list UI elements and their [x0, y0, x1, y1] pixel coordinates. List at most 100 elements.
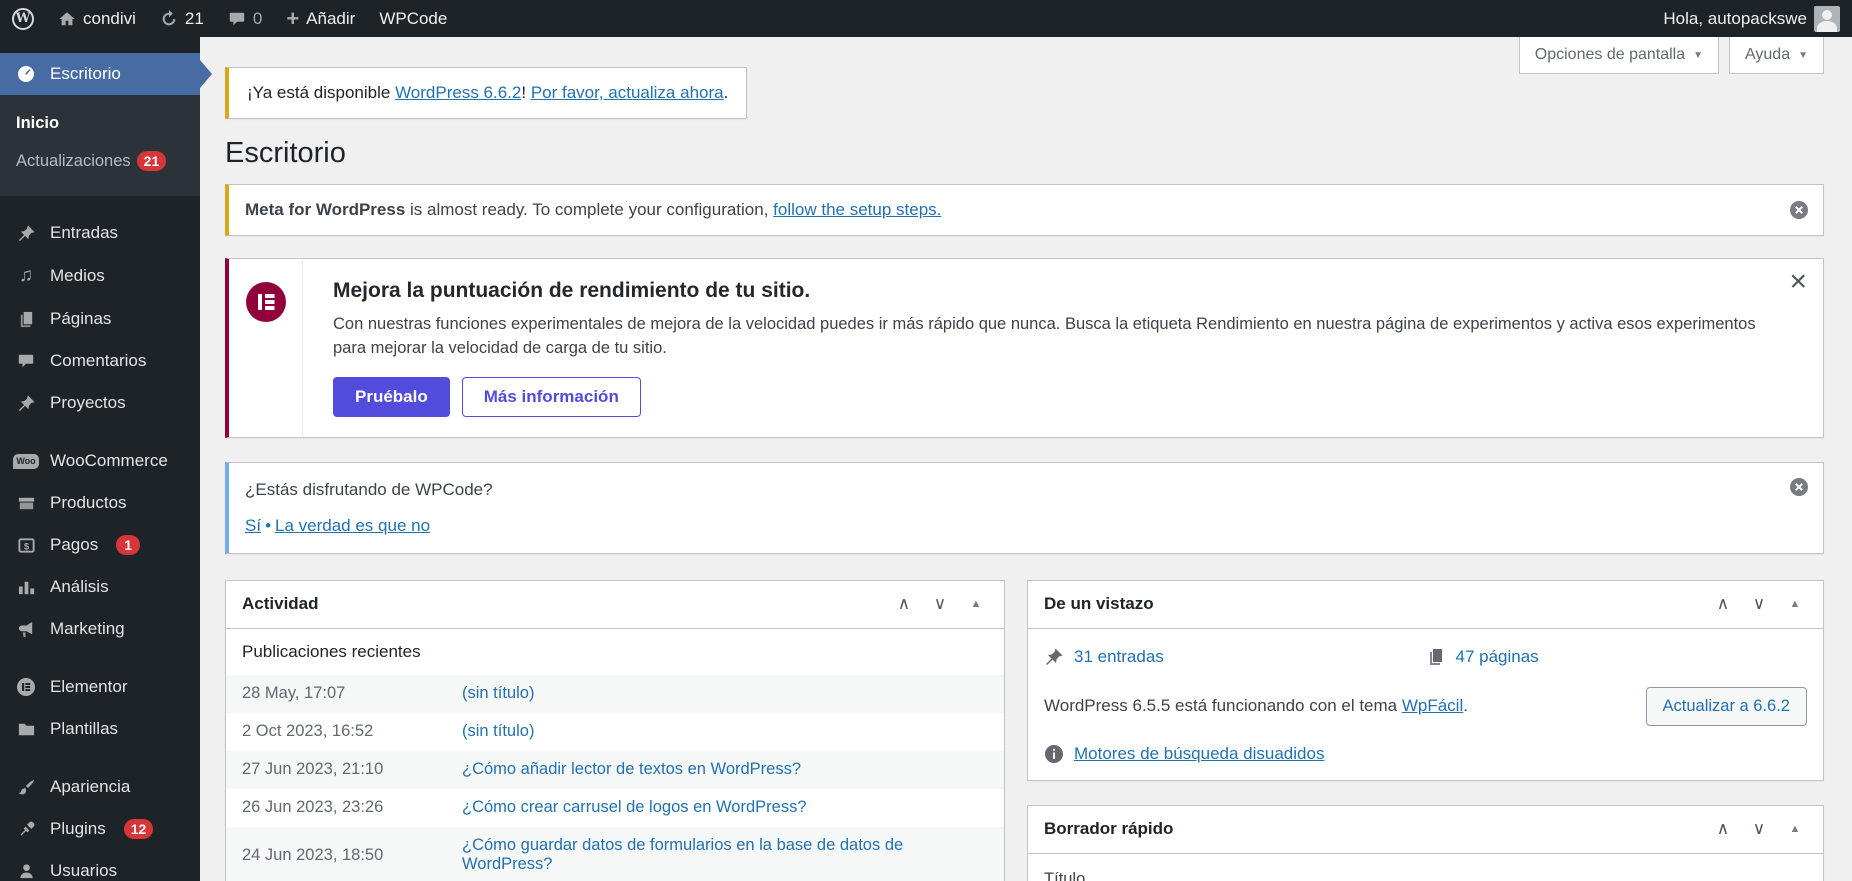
collapse-toggle-icon[interactable]: ▲	[1777, 586, 1813, 622]
sidebar-item-label: Marketing	[50, 619, 125, 638]
move-down-icon[interactable]: ∨	[922, 586, 958, 622]
update-now-link[interactable]: Por favor, actualiza ahora	[531, 83, 724, 102]
comments-menu[interactable]: 0	[216, 0, 274, 37]
page-title: Escritorio	[225, 137, 346, 169]
new-content-menu[interactable]: + Añadir	[274, 0, 367, 37]
paintbrush-icon	[14, 778, 38, 797]
wordpress-version-link[interactable]: WordPress 6.6.2	[395, 83, 521, 102]
media-notes-icon: ♫	[18, 265, 34, 286]
post-link[interactable]: ¿Cómo crear carrusel de logos en WordPre…	[462, 798, 807, 817]
sidebar-item-usuarios[interactable]: Usuarios	[0, 850, 200, 881]
dismiss-icon[interactable]	[1789, 477, 1809, 497]
plugins-count-badge: 12	[123, 819, 154, 839]
activity-widget: Actividad ∧ ∨ ▲ Publicaciones recientes …	[225, 579, 1005, 881]
setup-steps-link[interactable]: follow the setup steps.	[773, 200, 941, 219]
active-menu-arrow	[200, 60, 212, 88]
chevron-down-icon: ▼	[1798, 49, 1808, 61]
dismiss-icon[interactable]	[1789, 200, 1809, 220]
elementor-logo-icon	[245, 281, 287, 437]
sidebar-item-label: Pagos	[50, 535, 99, 554]
sidebar-item-comentarios[interactable]: Comentarios	[0, 340, 200, 382]
at-a-glance-title: De un vistazo	[1044, 594, 1154, 614]
wpcode-no-link[interactable]: La verdad es que no	[275, 516, 430, 535]
update-icon	[160, 9, 178, 28]
elementor-notice-title: Mejora la puntuación de rendimiento de t…	[333, 279, 811, 302]
sidebar-item-plugins[interactable]: Plugins 12	[0, 808, 200, 850]
more-info-button[interactable]: Más información	[461, 376, 641, 417]
comment-bubble-icon	[228, 10, 246, 28]
sidebar-item-apariencia[interactable]: Apariencia	[0, 766, 200, 808]
sidebar-item-woocommerce[interactable]: Woo WooCommerce	[0, 440, 200, 482]
collapse-toggle-icon[interactable]: ▲	[958, 586, 994, 622]
posts-count-link[interactable]: 31 entradas	[1074, 647, 1164, 667]
search-engines-link[interactable]: Motores de búsqueda disuadidos	[1074, 744, 1324, 764]
update-version-button[interactable]: Actualizar a 6.6.2	[1645, 686, 1807, 726]
pages-stack-icon	[14, 310, 38, 329]
wpcode-menu[interactable]: WPCode	[367, 0, 459, 37]
try-it-button[interactable]: Pruébalo	[333, 376, 450, 417]
sidebar-item-label: Apariencia	[50, 777, 131, 796]
admin-bar: W condivi 21 0 + Añadir WPCode Hola, aut…	[0, 0, 1852, 37]
quick-draft-header: Borrador rápido ∧ ∨ ▲	[1028, 806, 1823, 854]
post-link[interactable]: ¿Cómo guardar datos de formularios en la…	[462, 836, 988, 874]
collapse-toggle-icon[interactable]: ▲	[1777, 811, 1813, 847]
help-label: Ayuda	[1745, 46, 1791, 63]
post-date: 27 Jun 2023, 21:10	[242, 760, 384, 779]
wpcode-yes-link[interactable]: Sí	[245, 516, 261, 535]
sidebar-item-elementor[interactable]: Elementor	[0, 666, 200, 708]
submenu-item-inicio[interactable]: Inicio	[0, 105, 200, 142]
sidebar-item-escritorio[interactable]: Escritorio	[0, 53, 212, 95]
move-down-icon[interactable]: ∨	[1741, 811, 1777, 847]
move-up-icon[interactable]: ∧	[886, 586, 922, 622]
my-account-menu[interactable]: Hola, autopackswe	[1651, 0, 1852, 37]
elementor-icon	[14, 677, 38, 697]
sidebar-item-analisis[interactable]: Análisis	[0, 566, 200, 608]
sidebar-item-entradas[interactable]: Entradas	[0, 212, 200, 254]
home-icon	[58, 10, 76, 28]
sidebar-item-paginas[interactable]: Páginas	[0, 298, 200, 340]
sidebar-item-proyectos[interactable]: Proyectos	[0, 382, 200, 424]
megaphone-icon	[14, 620, 38, 639]
help-button[interactable]: Ayuda ▼	[1729, 37, 1824, 74]
quick-draft-widget: Borrador rápido ∧ ∨ ▲ Título	[1027, 804, 1824, 881]
actualizaciones-label: Actualizaciones	[16, 152, 131, 170]
sidebar-item-productos[interactable]: Productos	[0, 482, 200, 524]
post-date: 2 Oct 2023, 16:52	[242, 722, 374, 741]
nag-text: ¡Ya está disponible	[247, 83, 396, 102]
recent-posts-heading: Publicaciones recientes	[242, 641, 421, 661]
close-icon[interactable]: ×	[1789, 267, 1807, 297]
pages-stack-icon	[1426, 647, 1446, 667]
sidebar-item-pagos[interactable]: $ Pagos 1	[0, 524, 200, 566]
screen-options-button[interactable]: Opciones de pantalla ▼	[1518, 37, 1720, 74]
update-count: 21	[184, 8, 204, 28]
post-link[interactable]: ¿Cómo añadir lector de textos en WordPre…	[462, 760, 801, 779]
table-row: 28 May, 17:07 (sin título)	[226, 674, 1004, 713]
post-date: 24 Jun 2023, 18:50	[242, 845, 384, 864]
move-up-icon[interactable]: ∧	[1705, 811, 1741, 847]
theme-link[interactable]: WpFácil	[1402, 696, 1463, 715]
elementor-notice-content: Mejora la puntuación de rendimiento de t…	[303, 259, 1823, 437]
pushpin-icon	[14, 224, 38, 243]
post-link[interactable]: (sin título)	[462, 684, 534, 703]
wpcode-label: WPCode	[379, 8, 448, 28]
sidebar-item-label: Plantillas	[50, 719, 119, 738]
sidebar-item-label: Plugins	[50, 819, 106, 838]
updates-count-badge: 21	[136, 151, 167, 171]
move-up-icon[interactable]: ∧	[1705, 586, 1741, 622]
updates-menu[interactable]: 21	[148, 0, 216, 37]
site-name-menu[interactable]: condivi	[46, 0, 148, 37]
sidebar-item-marketing[interactable]: Marketing	[0, 608, 200, 650]
wordpress-logo-menu[interactable]: W	[0, 0, 46, 37]
submenu-item-actualizaciones[interactable]: Actualizaciones 21	[0, 142, 200, 180]
sidebar-item-plantillas[interactable]: Plantillas	[0, 708, 200, 750]
pages-count-link[interactable]: 47 páginas	[1456, 647, 1539, 667]
move-down-icon[interactable]: ∨	[1741, 586, 1777, 622]
bar-chart-icon	[14, 578, 38, 597]
post-link[interactable]: (sin título)	[462, 722, 534, 741]
pushpin-icon	[1044, 647, 1064, 667]
admin-sidebar: Escritorio Inicio Actualizaciones 21 Entr…	[0, 37, 212, 881]
quick-draft-title: Borrador rápido	[1044, 819, 1174, 839]
chevron-down-icon: ▼	[1693, 49, 1704, 61]
sidebar-item-medios[interactable]: ♫ Medios	[0, 254, 200, 298]
post-date: 26 Jun 2023, 23:26	[242, 798, 384, 817]
